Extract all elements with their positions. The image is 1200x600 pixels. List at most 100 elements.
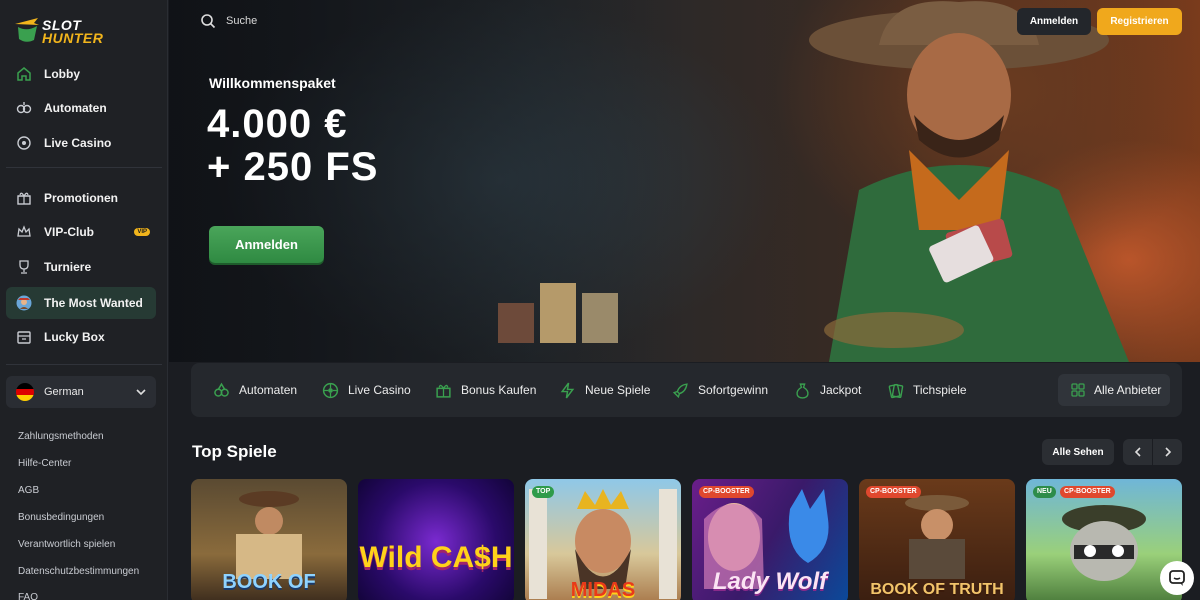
- game-title: BOOK OF TRUTH: [870, 581, 1004, 598]
- sidebar-item-label: Live Casino: [44, 136, 112, 150]
- cards-icon: [888, 383, 904, 398]
- game-tag-top: TOP: [532, 486, 555, 498]
- category-jackpot[interactable]: Jackpot: [794, 363, 861, 417]
- game-title: BOOK OF: [222, 571, 316, 593]
- footer-link-zahlungsmethoden[interactable]: Zahlungsmethoden: [18, 431, 104, 442]
- gift-icon: [17, 192, 31, 205]
- sidebar-item-the-most-wanted[interactable]: The Most Wanted: [6, 287, 156, 319]
- top-games-title: Top Spiele: [192, 442, 277, 461]
- sidebar-item-label: Automaten: [44, 101, 107, 115]
- category-neue-spiele[interactable]: Neue Spiele: [559, 363, 650, 417]
- sidebar-item-label: Lucky Box: [44, 330, 105, 344]
- sidebar-item-vip-club[interactable]: VIP-Club VIP: [6, 216, 156, 248]
- register-button[interactable]: Registrieren: [1097, 8, 1182, 35]
- search-icon: [201, 14, 216, 29]
- footer-link-bonusbedingungen[interactable]: Bonusbedingungen: [18, 512, 104, 523]
- all-providers-button[interactable]: Alle Anbieter: [1058, 374, 1170, 406]
- category-bar: Automaten Live Casino Bonus Kaufen Neue …: [191, 363, 1182, 417]
- chat-icon: [1169, 570, 1185, 586]
- vip-badge: VIP: [134, 228, 150, 236]
- category-label: Neue Spiele: [585, 383, 651, 397]
- see-all-button[interactable]: Alle Sehen: [1042, 439, 1114, 465]
- footer-link-verantwortlich-spielen[interactable]: Verantwortlich spielen: [18, 539, 115, 550]
- roulette-icon: [17, 136, 31, 150]
- bonus-buy-icon: [436, 384, 451, 398]
- sidebar-divider: [6, 167, 162, 168]
- login-button[interactable]: Anmelden: [1017, 8, 1091, 35]
- home-icon: [17, 67, 31, 81]
- game-card-book-of-truth[interactable]: CP-BOOSTER BOOK OF TRUTH: [859, 479, 1015, 600]
- sidebar-item-lucky-box[interactable]: Lucky Box: [6, 321, 156, 353]
- chip-stacks-illustration: [498, 283, 618, 343]
- footer-link-agb[interactable]: AGB: [18, 485, 39, 496]
- game-card-book-of-fallen[interactable]: BOOK OF: [191, 479, 347, 600]
- search-input[interactable]: Suche: [226, 15, 257, 27]
- money-bag-icon: [796, 382, 809, 399]
- category-label: Sofortgewinn: [698, 383, 769, 397]
- wanted-avatar-icon: [16, 295, 32, 311]
- hero-free-spins: + 250 FS: [207, 145, 379, 189]
- sidebar-item-live-casino[interactable]: Live Casino: [6, 127, 156, 159]
- logo-mark-icon: [15, 18, 39, 42]
- game-card-wild-cash[interactable]: Wild CA$H: [358, 479, 514, 600]
- category-sofortgewinn[interactable]: Sofortgewinn: [672, 363, 768, 417]
- lightning-icon: [560, 382, 575, 398]
- sidebar-item-promotionen[interactable]: Promotionen: [6, 182, 156, 214]
- logo-line-2: HUNTER: [42, 30, 104, 46]
- roulette-icon: [322, 382, 339, 398]
- slot-hunter-logo[interactable]: SLOT HUNTER: [12, 12, 112, 48]
- sidebar-item-label: Promotionen: [44, 191, 118, 205]
- box-icon: [17, 331, 31, 344]
- hero-login-button[interactable]: Anmelden: [209, 226, 324, 263]
- all-providers-label: Alle Anbieter: [1094, 383, 1162, 397]
- rocket-icon: [672, 382, 688, 398]
- grid-icon: [1071, 383, 1085, 397]
- language-value: German: [44, 386, 84, 398]
- sidebar-item-automaten[interactable]: Automaten: [6, 92, 156, 124]
- category-label: Live Casino: [348, 383, 411, 397]
- chevron-down-icon: [136, 389, 146, 396]
- chat-button[interactable]: [1160, 561, 1194, 595]
- game-card-midas[interactable]: TOP MIDAS: [525, 479, 681, 600]
- german-flag-icon: [16, 383, 34, 401]
- sidebar-divider: [6, 364, 162, 365]
- game-tag-cp-booster: CP-BOOSTER: [866, 486, 921, 498]
- sidebar-item-label: The Most Wanted: [44, 296, 143, 310]
- footer-link-hilfe-center[interactable]: Hilfe-Center: [18, 458, 71, 469]
- sidebar-item-turniere[interactable]: Turniere: [6, 251, 156, 283]
- slot-machine-icon: [16, 102, 32, 114]
- category-label: Jackpot: [820, 383, 862, 397]
- search-bar[interactable]: Suche: [200, 10, 380, 32]
- game-tag-cp-booster: CP-BOOSTER: [1060, 486, 1115, 498]
- footer-link-datenschutz[interactable]: Datenschutzbestimmungen: [18, 566, 139, 577]
- cowboy-illustration: [809, 1, 1129, 362]
- game-tag-cp-booster: CP-BOOSTER: [699, 486, 754, 498]
- category-bonus-kaufen[interactable]: Bonus Kaufen: [435, 363, 536, 417]
- game-tag-neu: NEU: [1033, 486, 1056, 498]
- app-root: SLOT HUNTER Lobby Automaten Live Casino …: [0, 0, 1200, 600]
- game-card-raccoon[interactable]: NEU CP-BOOSTER: [1026, 479, 1182, 600]
- prev-button[interactable]: [1123, 439, 1152, 465]
- category-tichspiele[interactable]: Tichspiele: [887, 363, 967, 417]
- hero-bonus-amount: 4.000 €: [207, 102, 348, 146]
- sidebar-item-label: VIP-Club: [44, 225, 94, 239]
- sidebar-item-label: Lobby: [44, 67, 80, 81]
- sidebar-item-lobby[interactable]: Lobby: [6, 58, 156, 90]
- crown-icon: [17, 225, 31, 237]
- game-title: MIDAS: [570, 579, 636, 600]
- language-select[interactable]: German: [6, 376, 156, 408]
- chevron-right-icon: [1164, 447, 1171, 457]
- chevron-left-icon: [1134, 447, 1141, 457]
- trophy-icon: [19, 260, 29, 274]
- category-label: Bonus Kaufen: [461, 383, 537, 397]
- footer-link-faq[interactable]: FAQ: [18, 592, 38, 600]
- hero-subtitle: Willkommenspaket: [209, 75, 336, 91]
- next-button[interactable]: [1153, 439, 1182, 465]
- game-title: Lady Wolf: [712, 568, 828, 595]
- sidebar: SLOT HUNTER Lobby Automaten Live Casino …: [0, 0, 168, 600]
- category-automaten[interactable]: Automaten: [213, 363, 297, 417]
- category-label: Automaten: [239, 383, 298, 397]
- slot-icon: [214, 382, 229, 397]
- game-card-lady-wolf[interactable]: CP-BOOSTER Lady Wolf: [692, 479, 848, 600]
- category-live-casino[interactable]: Live Casino: [322, 363, 411, 417]
